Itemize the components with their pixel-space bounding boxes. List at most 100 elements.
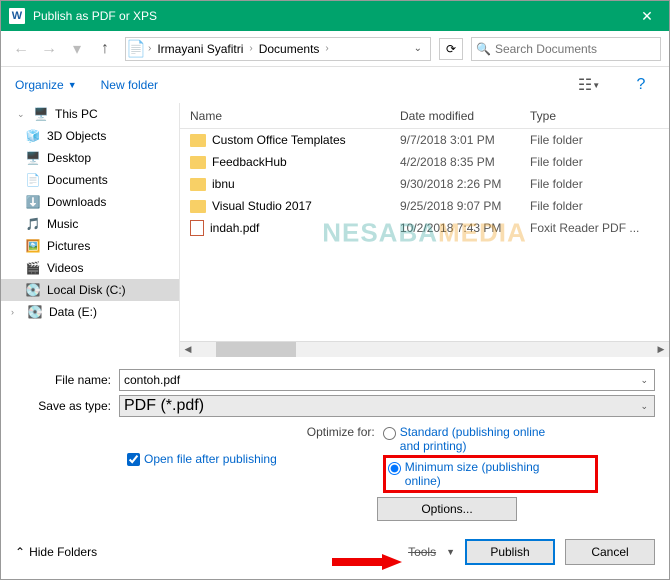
documents-icon: 📄 (25, 172, 41, 188)
sidebar-documents[interactable]: 📄Documents (1, 169, 179, 191)
file-name: indah.pdf (210, 221, 259, 235)
sidebar-data-e[interactable]: ›💽Data (E:) (1, 301, 179, 323)
file-row[interactable]: Visual Studio 2017 9/25/2018 9:07 PMFile … (180, 195, 669, 217)
folder-icon: 📄 (128, 41, 144, 57)
file-type: File folder (530, 155, 669, 169)
organize-menu[interactable]: Organize ▼ (15, 78, 77, 92)
file-row[interactable]: ibnu 9/30/2018 2:26 PMFile folder (180, 173, 669, 195)
downloads-icon: ⬇️ (25, 194, 41, 210)
file-row[interactable]: FeedbackHub 4/2/2018 8:35 PMFile folder (180, 151, 669, 173)
folder-icon (190, 178, 206, 191)
file-date: 9/25/2018 9:07 PM (400, 199, 530, 213)
search-icon: 🔍 (476, 42, 491, 56)
open-after-checkbox[interactable]: Open file after publishing (127, 425, 277, 493)
videos-icon: 🎬 (25, 260, 41, 276)
options-button[interactable]: Options... (377, 497, 517, 521)
file-name-dropdown[interactable]: ⌄ (638, 375, 650, 386)
horizontal-scrollbar[interactable]: ◀ ▶ (180, 341, 669, 357)
save-type-value: PDF (*.pdf) (124, 397, 638, 415)
chevron-right-icon[interactable]: › (247, 43, 254, 54)
optimize-label: Optimize for: (307, 425, 375, 493)
column-headers[interactable]: Name Date modified Type (180, 103, 669, 129)
optimize-standard-radio[interactable]: Standard (publishing online and printing… (383, 425, 598, 453)
refresh-button[interactable]: ⟳ (439, 38, 463, 60)
file-name-input[interactable] (124, 373, 638, 387)
footer: ⌃ Hide Folders Tools ▼ Publish Cancel (1, 529, 669, 575)
file-type: File folder (530, 199, 669, 213)
scroll-left-icon[interactable]: ◀ (180, 342, 196, 357)
sidebar-this-pc[interactable]: ⌄🖥️This PC (1, 103, 179, 125)
publish-button[interactable]: Publish (465, 539, 555, 565)
file-type: Foxit Reader PDF ... (530, 221, 669, 235)
recent-dropdown[interactable]: ▾ (65, 37, 89, 61)
chevron-right-icon[interactable]: › (323, 43, 330, 54)
window-title: Publish as PDF or XPS (33, 9, 625, 23)
file-name: ibnu (212, 177, 235, 191)
view-button[interactable]: ☷ ▼ (575, 74, 603, 96)
file-type: File folder (530, 133, 669, 147)
back-button[interactable]: ← (9, 37, 33, 61)
optimize-standard-input[interactable] (383, 427, 396, 440)
tools-menu[interactable]: Tools (408, 545, 436, 559)
save-panel: File name: ⌄ Save as type: PDF (*.pdf) ⌄… (1, 357, 669, 529)
search-input[interactable] (495, 42, 656, 56)
optimize-minimum-input[interactable] (388, 462, 401, 475)
music-icon: 🎵 (25, 216, 41, 232)
disk-icon: 💽 (25, 282, 41, 298)
watermark: NESABAMEDIA (322, 218, 527, 249)
file-date: 9/30/2018 2:26 PM (400, 177, 530, 191)
breadcrumb-user[interactable]: Irmayani Syafitri (155, 42, 245, 56)
chevron-up-icon: ⌃ (15, 545, 25, 559)
file-name: Visual Studio 2017 (212, 199, 312, 213)
scroll-thumb[interactable] (216, 342, 296, 357)
optimize-minimum-radio[interactable]: Minimum size (publishing online) (383, 455, 598, 493)
address-dropdown[interactable]: ⌄ (408, 43, 428, 54)
up-button[interactable]: ↑ (93, 37, 117, 61)
file-list-pane: NESABAMEDIA Name Date modified Type Cust… (179, 103, 669, 357)
column-name[interactable]: Name (190, 109, 400, 123)
cancel-button[interactable]: Cancel (565, 539, 655, 565)
pdf-icon (190, 220, 204, 236)
sidebar-videos[interactable]: 🎬Videos (1, 257, 179, 279)
nav-bar: ← → ▾ ↑ 📄 › Irmayani Syafitri › Document… (1, 31, 669, 67)
file-date: 9/7/2018 3:01 PM (400, 133, 530, 147)
3d-icon: 🧊 (25, 128, 41, 144)
desktop-icon: 🖥️ (25, 150, 41, 166)
file-name: Custom Office Templates (212, 133, 346, 147)
sidebar-downloads[interactable]: ⬇️Downloads (1, 191, 179, 213)
file-name: FeedbackHub (212, 155, 287, 169)
breadcrumb-folder[interactable]: Documents (257, 42, 322, 56)
annotation-arrow (332, 554, 402, 570)
help-button[interactable]: ? (627, 74, 655, 96)
toolbar: Organize ▼ New folder ☷ ▼ ? (1, 67, 669, 103)
sidebar-desktop[interactable]: 🖥️Desktop (1, 147, 179, 169)
forward-button[interactable]: → (37, 37, 61, 61)
sidebar: ⌄🖥️This PC 🧊3D Objects 🖥️Desktop 📄Docume… (1, 103, 179, 357)
sidebar-3d-objects[interactable]: 🧊3D Objects (1, 125, 179, 147)
save-type-field[interactable]: PDF (*.pdf) ⌄ (119, 395, 655, 417)
file-row[interactable]: Custom Office Templates 9/7/2018 3:01 PMF… (180, 129, 669, 151)
column-type[interactable]: Type (530, 109, 669, 123)
file-type: File folder (530, 177, 669, 191)
pc-icon: 🖥️ (33, 106, 49, 122)
file-name-field[interactable]: ⌄ (119, 369, 655, 391)
column-date[interactable]: Date modified (400, 109, 530, 123)
pictures-icon: 🖼️ (25, 238, 41, 254)
new-folder-button[interactable]: New folder (101, 78, 158, 92)
sidebar-local-disk-c[interactable]: 💽Local Disk (C:) (1, 279, 179, 301)
folder-icon (190, 200, 206, 213)
open-after-input[interactable] (127, 453, 140, 466)
save-type-label: Save as type: (15, 399, 119, 413)
disk-icon: 💽 (27, 304, 43, 320)
address-bar[interactable]: 📄 › Irmayani Syafitri › Documents › ⌄ (125, 37, 431, 61)
save-type-dropdown[interactable]: ⌄ (638, 401, 650, 412)
scroll-right-icon[interactable]: ▶ (653, 342, 669, 357)
close-button[interactable]: ✕ (625, 1, 669, 31)
sidebar-music[interactable]: 🎵Music (1, 213, 179, 235)
sidebar-pictures[interactable]: 🖼️Pictures (1, 235, 179, 257)
search-box[interactable]: 🔍 (471, 37, 661, 61)
folder-icon (190, 156, 206, 169)
hide-folders-button[interactable]: ⌃ Hide Folders (15, 545, 97, 559)
file-date: 4/2/2018 8:35 PM (400, 155, 530, 169)
chevron-right-icon[interactable]: › (146, 43, 153, 54)
